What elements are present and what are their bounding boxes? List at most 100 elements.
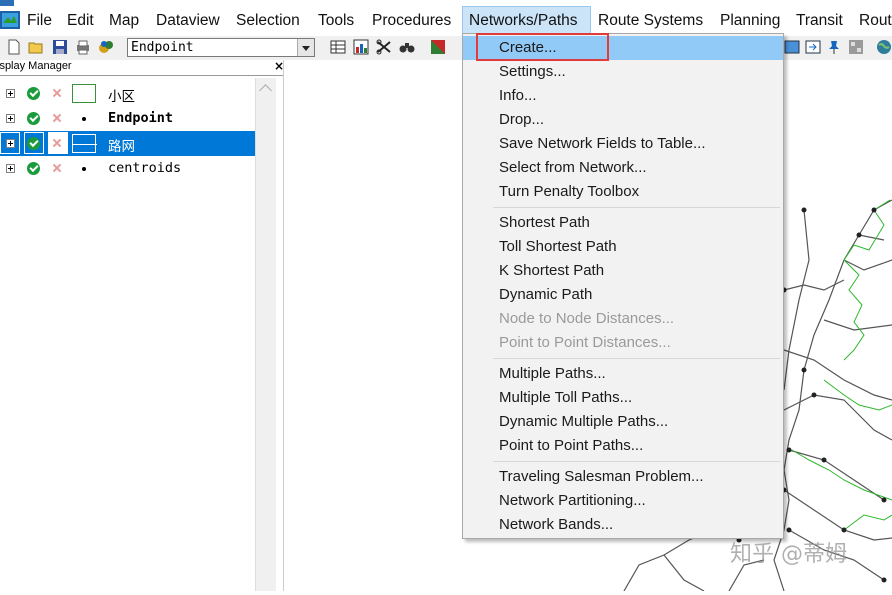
hide-x-icon[interactable] <box>51 138 62 148</box>
menu-item-label: Dynamic Path <box>499 286 593 303</box>
menu-item-label: Settings... <box>499 63 566 80</box>
menu-item-multiple-paths[interactable]: Multiple Paths... <box>463 362 783 386</box>
menu-item-traveling-salesman[interactable]: Traveling Salesman Problem... <box>463 465 783 489</box>
menu-item-dynamic-path[interactable]: Dynamic Path <box>463 283 783 307</box>
save-icon[interactable] <box>52 39 68 55</box>
binoculars-icon[interactable] <box>399 39 415 55</box>
menu-item-label: K Shortest Path <box>499 262 605 279</box>
layer-row-roads[interactable]: 路网 <box>0 131 255 156</box>
area-symbol-icon <box>72 84 96 103</box>
expand-icon[interactable] <box>6 139 15 148</box>
menu-item-point-to-point-paths[interactable]: Point to Point Paths... <box>463 434 783 458</box>
menu-item-shortest-path[interactable]: Shortest Path <box>463 211 783 235</box>
display-manager-panel: isplay Manager × 小区 Endpoint 路网 centroid… <box>0 59 284 591</box>
menu-item-info[interactable]: Info... <box>463 84 783 108</box>
layer-row-centroids[interactable]: centroids <box>0 156 255 181</box>
menu-item-label: Multiple Toll Paths... <box>499 389 633 406</box>
menu-file[interactable]: File <box>25 6 54 36</box>
menu-item-k-shortest-path[interactable]: K Shortest Path <box>463 259 783 283</box>
menu-separator <box>493 358 780 359</box>
menu-transit[interactable]: Transit <box>794 6 845 36</box>
pin-icon[interactable] <box>826 39 842 55</box>
annotation-highlight-box <box>476 33 609 61</box>
zone-boundaries <box>791 199 892 531</box>
chevron-down-icon[interactable] <box>297 39 314 56</box>
layer-name: Endpoint <box>108 110 174 126</box>
display-manager-titlebar: isplay Manager × <box>0 59 284 76</box>
menu-item-dynamic-multiple-paths[interactable]: Dynamic Multiple Paths... <box>463 410 783 434</box>
menu-edit[interactable]: Edit <box>65 6 96 36</box>
menu-item-turn-penalty-toolbox[interactable]: Turn Penalty Toolbox <box>463 180 783 204</box>
menu-separator <box>493 207 780 208</box>
menu-item-label: Network Bands... <box>499 516 614 533</box>
line-symbol-icon <box>72 134 97 153</box>
tool-icon[interactable] <box>376 39 392 55</box>
layer-row-endpoint[interactable]: Endpoint <box>0 106 255 131</box>
visible-check-icon[interactable] <box>27 137 40 150</box>
layer-name: centroids <box>108 160 182 176</box>
layer-list: 小区 Endpoint 路网 centroids <box>0 78 255 591</box>
menu-item-label: Point to Point Distances... <box>499 334 671 351</box>
menu-bar: File Edit Map Dataview Selection Tools P… <box>0 6 892 36</box>
menu-item-label: Network Partitioning... <box>499 492 646 509</box>
layer-name: 小区 <box>108 89 135 105</box>
scroll-up-icon[interactable] <box>259 84 272 97</box>
watermark: 知乎 @蒂姆 <box>730 542 847 567</box>
visible-check-icon[interactable] <box>27 87 40 100</box>
layer-color-icon[interactable] <box>430 39 446 55</box>
menu-procedures[interactable]: Procedures <box>370 6 453 36</box>
menu-item-network-partitioning[interactable]: Network Partitioning... <box>463 489 783 513</box>
visible-check-icon[interactable] <box>27 162 40 175</box>
table-icon[interactable] <box>330 39 346 55</box>
new-icon[interactable] <box>6 39 22 55</box>
visible-check-icon[interactable] <box>27 112 40 125</box>
menu-route[interactable]: Rout <box>857 6 892 36</box>
menu-map[interactable]: Map <box>107 6 141 36</box>
menu-item-label: Traveling Salesman Problem... <box>499 468 704 485</box>
menu-item-point-to-point-distances: Point to Point Distances... <box>463 331 783 355</box>
point-symbol-icon <box>72 109 96 128</box>
hide-x-icon[interactable] <box>51 163 62 173</box>
point-symbol-icon <box>72 159 96 178</box>
menu-item-settings[interactable]: Settings... <box>463 60 783 84</box>
globe-icon[interactable] <box>876 39 892 55</box>
expand-icon[interactable] <box>6 89 15 98</box>
menu-item-label: Save Network Fields to Table... <box>499 135 706 152</box>
menu-item-toll-shortest-path[interactable]: Toll Shortest Path <box>463 235 783 259</box>
menu-dataview[interactable]: Dataview <box>154 6 222 36</box>
menu-item-multiple-toll-paths[interactable]: Multiple Toll Paths... <box>463 386 783 410</box>
grid-icon[interactable] <box>848 39 864 55</box>
chart-icon[interactable] <box>353 39 369 55</box>
hide-x-icon[interactable] <box>51 113 62 123</box>
menu-item-save-network-fields[interactable]: Save Network Fields to Table... <box>463 132 783 156</box>
hide-x-icon[interactable] <box>51 88 62 98</box>
menu-item-label: Info... <box>499 87 537 104</box>
menu-planning[interactable]: Planning <box>718 6 782 36</box>
menu-item-label: Drop... <box>499 111 545 128</box>
print-icon[interactable] <box>75 39 91 55</box>
expand-icon[interactable] <box>6 114 15 123</box>
menu-item-network-bands[interactable]: Network Bands... <box>463 513 783 537</box>
networks-paths-menu: Create... Settings... Info... Drop... Sa… <box>462 33 784 539</box>
layer-list-scrollbar[interactable] <box>255 78 276 591</box>
menu-item-label: Shortest Path <box>499 214 590 231</box>
expand-icon[interactable] <box>6 164 15 173</box>
layer-select-value: Endpoint <box>131 40 194 55</box>
menu-tools[interactable]: Tools <box>316 6 356 36</box>
menu-item-label: Dynamic Multiple Paths... <box>499 413 669 430</box>
map-layer-icon[interactable] <box>784 39 800 55</box>
panel-gutter <box>276 78 283 591</box>
import-icon[interactable] <box>805 39 821 55</box>
menu-item-select-from-network[interactable]: Select from Network... <box>463 156 783 180</box>
palette-icon[interactable] <box>98 39 114 55</box>
menu-route-systems[interactable]: Route Systems <box>596 6 705 36</box>
menu-selection[interactable]: Selection <box>234 6 302 36</box>
layer-select[interactable]: Endpoint <box>127 38 315 57</box>
layer-row-zones[interactable]: 小区 <box>0 81 255 106</box>
menu-item-label: Select from Network... <box>499 159 647 176</box>
menu-networks-paths[interactable]: Networks/Paths <box>462 6 591 36</box>
close-icon[interactable]: × <box>274 59 284 73</box>
menu-item-create[interactable]: Create... <box>463 33 783 61</box>
open-icon[interactable] <box>28 39 44 55</box>
menu-item-drop[interactable]: Drop... <box>463 108 783 132</box>
